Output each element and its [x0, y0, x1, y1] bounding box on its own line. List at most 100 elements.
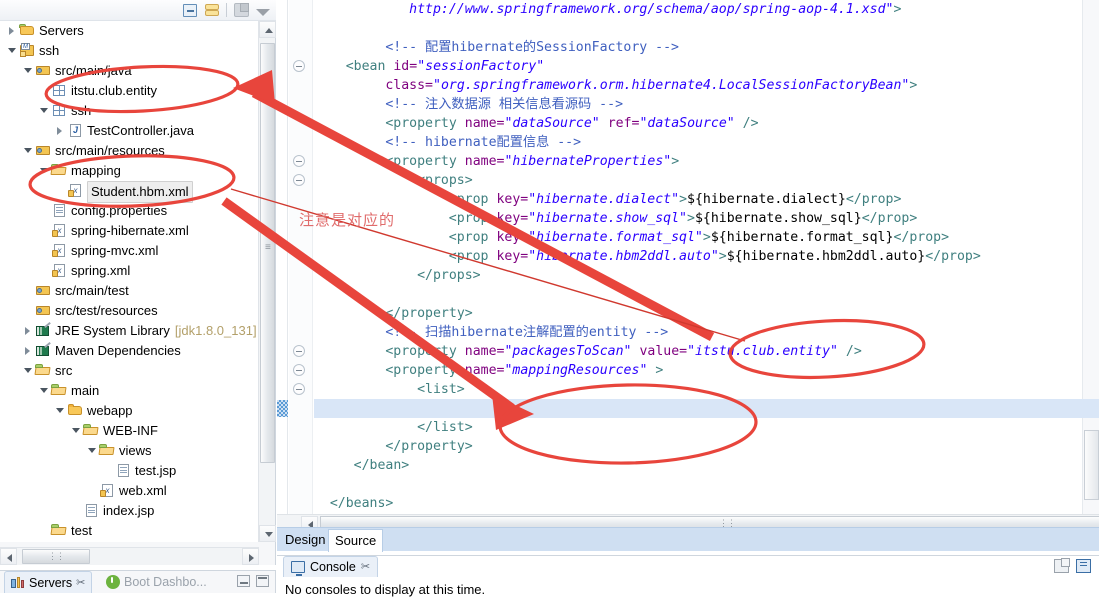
- code-line[interactable]: </props>: [417, 266, 481, 285]
- tree-item-src[interactable]: src: [0, 361, 259, 381]
- expand-arrow-icon[interactable]: [22, 321, 35, 341]
- tab-source[interactable]: Source: [328, 529, 384, 552]
- fold-collapse-icon[interactable]: [293, 345, 305, 357]
- tree-item-main[interactable]: main: [0, 381, 259, 401]
- code-line[interactable]: </property>: [385, 437, 472, 456]
- code-line[interactable]: <props>: [417, 171, 473, 190]
- scrollbar-thumb[interactable]: [22, 549, 90, 564]
- tree-item-spring-mvc-xml[interactable]: x spring-mvc.xml: [0, 241, 259, 261]
- fold-collapse-icon[interactable]: [293, 60, 305, 72]
- tab-console[interactable]: Console ✂: [283, 556, 379, 578]
- collapse-arrow-icon[interactable]: [38, 161, 51, 181]
- editor-folding-ruler[interactable]: [289, 0, 313, 514]
- collapse-arrow-icon[interactable]: [6, 41, 19, 61]
- code-line[interactable]: class="org.springframework.orm.hibernate…: [385, 76, 917, 95]
- code-line[interactable]: <list>: [417, 380, 465, 399]
- tab-design[interactable]: Design: [279, 529, 331, 552]
- tree-item-config-properties[interactable]: config.properties: [0, 201, 259, 221]
- maximize-view-button[interactable]: [256, 575, 269, 587]
- tree-item-maven-dependencies[interactable]: Maven Dependencies: [0, 341, 259, 361]
- scroll-right-arrow-icon[interactable]: [242, 548, 259, 565]
- scroll-left-arrow-icon[interactable]: [0, 548, 17, 565]
- fold-collapse-icon[interactable]: [293, 383, 305, 395]
- code-line[interactable]: <!-- hibernate配置信息 -->: [385, 133, 581, 152]
- expand-arrow-icon[interactable]: [22, 341, 35, 361]
- code-line[interactable]: <property name="mappingResources" >: [385, 361, 663, 380]
- collapse-arrow-icon[interactable]: [22, 141, 35, 161]
- tree-item-mapping[interactable]: mapping: [0, 161, 259, 181]
- fold-collapse-icon[interactable]: [293, 155, 305, 167]
- expand-arrow-icon[interactable]: [54, 121, 67, 141]
- link-with-editor-icon[interactable]: [204, 3, 219, 17]
- collapse-arrow-icon[interactable]: [70, 421, 83, 441]
- code-line[interactable]: <prop key="hibernate.hbm2ddl.auto">${hib…: [449, 247, 981, 266]
- collapse-arrow-icon[interactable]: [22, 61, 35, 81]
- code-line[interactable]: <bean id="sessionFactory": [346, 57, 545, 76]
- tree-item-index-jsp[interactable]: index.jsp: [0, 501, 259, 521]
- tree-item-spring-xml[interactable]: x spring.xml: [0, 261, 259, 281]
- tree-item-target[interactable]: target: [0, 541, 259, 542]
- code-line[interactable]: </property>: [385, 304, 472, 323]
- tree-item-student-hbm-xml[interactable]: x Student.hbm.xml: [0, 181, 259, 203]
- code-line[interactable]: <property name="dataSource" ref="dataSou…: [385, 114, 758, 133]
- tree-item-views[interactable]: views: [0, 441, 259, 461]
- tab-boot-dashboard[interactable]: Boot Dashbo...: [100, 571, 213, 593]
- editor-vertical-scrollbar[interactable]: [1082, 0, 1099, 514]
- tree-item-servers[interactable]: Servers: [0, 21, 259, 41]
- scrollbar-thumb[interactable]: [1084, 430, 1099, 500]
- view-layout-icon[interactable]: [234, 3, 249, 17]
- code-line[interactable]: </bean>: [354, 456, 410, 475]
- tree-item-ssh[interactable]: ssh: [0, 101, 259, 121]
- tree-item-src-main-resources[interactable]: src/main/resources: [0, 141, 259, 161]
- xml-source-editor[interactable]: http://www.springframework.org/schema/ao…: [277, 0, 1099, 514]
- minimize-view-button[interactable]: [237, 575, 250, 587]
- fold-collapse-icon[interactable]: [293, 364, 305, 376]
- tab-servers[interactable]: Servers ✂: [4, 571, 93, 594]
- display-selected-console-icon[interactable]: [1076, 559, 1091, 573]
- tree-item-src-main-java[interactable]: src/main/java: [0, 61, 259, 81]
- code-line[interactable]: </beans>: [330, 494, 394, 513]
- tree-item-testcontroller-java[interactable]: J TestController.java: [0, 121, 259, 141]
- explorer-horizontal-scrollbar[interactable]: [0, 547, 259, 565]
- explorer-vertical-scrollbar[interactable]: [258, 21, 276, 542]
- code-line[interactable]: <!-- 配置hibernate的SessionFactory -->: [385, 38, 679, 57]
- code-line[interactable]: <prop key="hibernate.show_sql">${hiberna…: [449, 209, 917, 228]
- code-line[interactable]: <!-- 注入数据源 相关信息看源码 -->: [385, 95, 623, 114]
- code-line[interactable]: </list>: [417, 418, 473, 437]
- project-tree[interactable]: Servers Mssh src/main/java itstu.club.entit…: [0, 21, 259, 542]
- tree-item-ssh[interactable]: Mssh: [0, 41, 259, 61]
- collapse-all-icon[interactable]: [183, 3, 197, 17]
- tree-item-itstu-club-entity[interactable]: itstu.club.entity: [0, 81, 259, 101]
- tree-item-web-xml[interactable]: x web.xml: [0, 481, 259, 501]
- collapse-arrow-icon[interactable]: [54, 401, 67, 421]
- code-line[interactable]: <property name="hibernateProperties">: [385, 152, 679, 171]
- tree-item-src-main-test[interactable]: src/main/test: [0, 281, 259, 301]
- view-menu-chevron-down-icon[interactable]: [256, 8, 270, 16]
- tree-item-test[interactable]: test: [0, 521, 259, 541]
- close-icon[interactable]: ✂: [76, 572, 85, 594]
- code-line[interactable]: <!-- 扫描hibernate注解配置的entity -->: [385, 323, 668, 342]
- close-icon[interactable]: ✂: [361, 557, 370, 578]
- expand-arrow-icon[interactable]: [38, 541, 51, 542]
- scroll-down-arrow-icon[interactable]: [259, 525, 276, 542]
- collapse-arrow-icon[interactable]: [22, 361, 35, 381]
- fold-collapse-icon[interactable]: [293, 174, 305, 186]
- expand-arrow-icon[interactable]: [6, 21, 19, 41]
- code-line[interactable]: <property name="packagesToScan" value="i…: [385, 342, 861, 361]
- tree-item-test-jsp[interactable]: test.jsp: [0, 461, 259, 481]
- code-line[interactable]: <prop key="hibernate.format_sql">${hiber…: [449, 228, 949, 247]
- scroll-up-arrow-icon[interactable]: [259, 21, 276, 38]
- code-line[interactable]: http://www.springframework.org/schema/ao…: [409, 0, 901, 19]
- tree-item-webapp[interactable]: webapp: [0, 401, 259, 421]
- collapse-arrow-icon[interactable]: [38, 381, 51, 401]
- collapse-arrow-icon[interactable]: [86, 441, 99, 461]
- editor-code-area[interactable]: http://www.springframework.org/schema/ao…: [314, 0, 1099, 514]
- tree-item-jre-system-library[interactable]: JRE System Library [jdk1.8.0_131]: [0, 321, 259, 341]
- scrollbar-thumb[interactable]: [260, 43, 275, 463]
- collapse-arrow-icon[interactable]: [38, 101, 51, 121]
- tree-item-spring-hibernate-xml[interactable]: x spring-hibernate.xml: [0, 221, 259, 241]
- tree-item-web-inf[interactable]: WEB-INF: [0, 421, 259, 441]
- open-console-icon[interactable]: [1054, 558, 1070, 573]
- tree-item-src-test-resources[interactable]: src/test/resources: [0, 301, 259, 321]
- code-line[interactable]: <prop key="hibernate.dialect">${hibernat…: [449, 190, 902, 209]
